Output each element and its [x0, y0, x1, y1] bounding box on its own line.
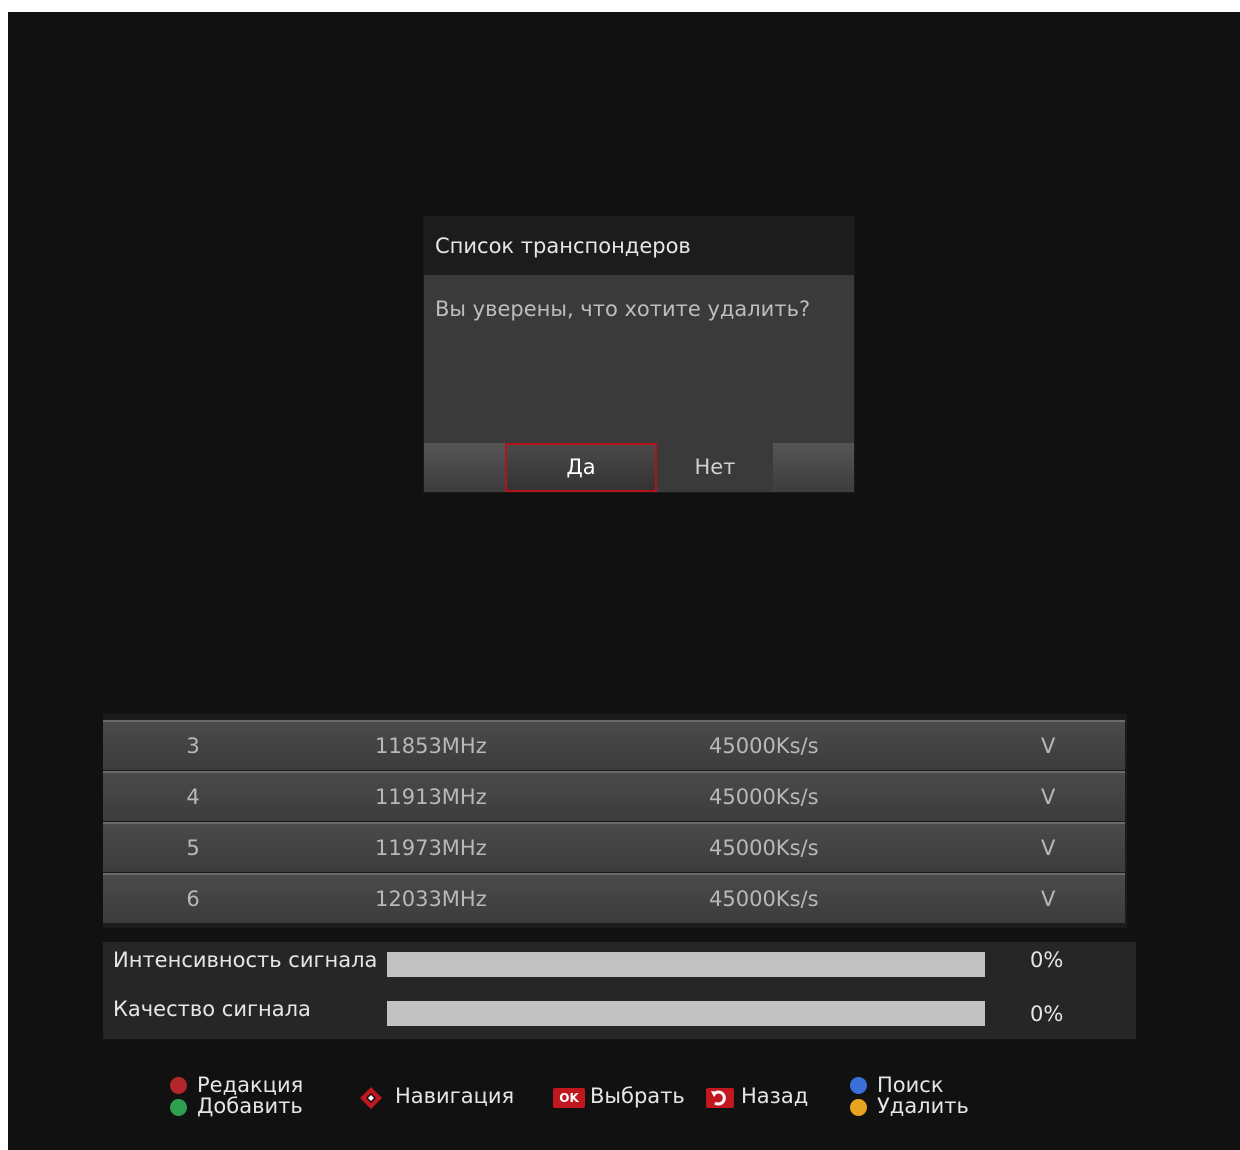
- back-hint: Назад: [741, 1084, 809, 1108]
- transponder-symbol-rate: 45000Ks/s: [709, 836, 819, 860]
- table-row[interactable]: 6 12033MHz 45000Ks/s V: [103, 873, 1125, 923]
- blue-key-icon: [850, 1077, 867, 1094]
- signal-strength-label: Интенсивность сигнала: [113, 948, 378, 972]
- signal-quality-label: Качество сигнала: [113, 997, 311, 1021]
- table-row[interactable]: 4 11913MHz 45000Ks/s V: [103, 771, 1125, 821]
- return-arrow-icon: [706, 1088, 734, 1108]
- transponder-list: 3 11853MHz 45000Ks/s V 4 11913MHz 45000K…: [103, 714, 1127, 928]
- table-row[interactable]: 3 11853MHz 45000Ks/s V: [103, 720, 1125, 770]
- transponder-number: 5: [186, 836, 200, 860]
- transponder-frequency: 11913MHz: [375, 785, 487, 809]
- transponder-symbol-rate: 45000Ks/s: [709, 887, 819, 911]
- transponder-polarization: V: [1041, 734, 1056, 758]
- transponder-polarization: V: [1041, 836, 1056, 860]
- transponder-number: 3: [186, 734, 200, 758]
- dpad-icon: [360, 1087, 382, 1109]
- dialog-message: Вы уверены, что хотите удалить?: [435, 297, 811, 321]
- transponder-number: 4: [186, 785, 200, 809]
- ok-key-icon: OK: [553, 1088, 585, 1108]
- signal-quality-bar: [387, 1001, 985, 1026]
- red-key-icon: [170, 1077, 187, 1094]
- transponder-frequency: 11973MHz: [375, 836, 487, 860]
- signal-panel: Интенсивность сигнала 0% Качество сигнал…: [103, 942, 1136, 1039]
- navigation-hint: Навигация: [395, 1084, 515, 1108]
- delete-confirm-dialog: Список транспондеров Вы уверены, что хот…: [424, 217, 854, 492]
- key-legend: Редакция Добавить Навигация OK Выбрать Н…: [0, 1070, 1240, 1130]
- yes-button[interactable]: Да: [505, 443, 657, 492]
- dialog-title: Список транспондеров: [424, 217, 854, 275]
- transponder-polarization: V: [1041, 887, 1056, 911]
- transponder-frequency: 11853MHz: [375, 734, 487, 758]
- signal-strength-value: 0%: [1030, 948, 1064, 972]
- dialog-button-bar: Да Нет: [424, 443, 854, 492]
- green-key-icon: [170, 1099, 187, 1116]
- delete-hint: Удалить: [877, 1094, 969, 1118]
- no-button[interactable]: Нет: [657, 443, 773, 492]
- transponder-symbol-rate: 45000Ks/s: [709, 785, 819, 809]
- add-hint: Добавить: [197, 1094, 303, 1118]
- transponder-polarization: V: [1041, 785, 1056, 809]
- transponder-number: 6: [186, 887, 200, 911]
- table-row[interactable]: 5 11973MHz 45000Ks/s V: [103, 822, 1125, 872]
- transponder-frequency: 12033MHz: [375, 887, 487, 911]
- signal-strength-bar: [387, 952, 985, 977]
- transponder-symbol-rate: 45000Ks/s: [709, 734, 819, 758]
- signal-quality-value: 0%: [1030, 1002, 1064, 1026]
- select-hint: Выбрать: [590, 1084, 685, 1108]
- yellow-key-icon: [850, 1099, 867, 1116]
